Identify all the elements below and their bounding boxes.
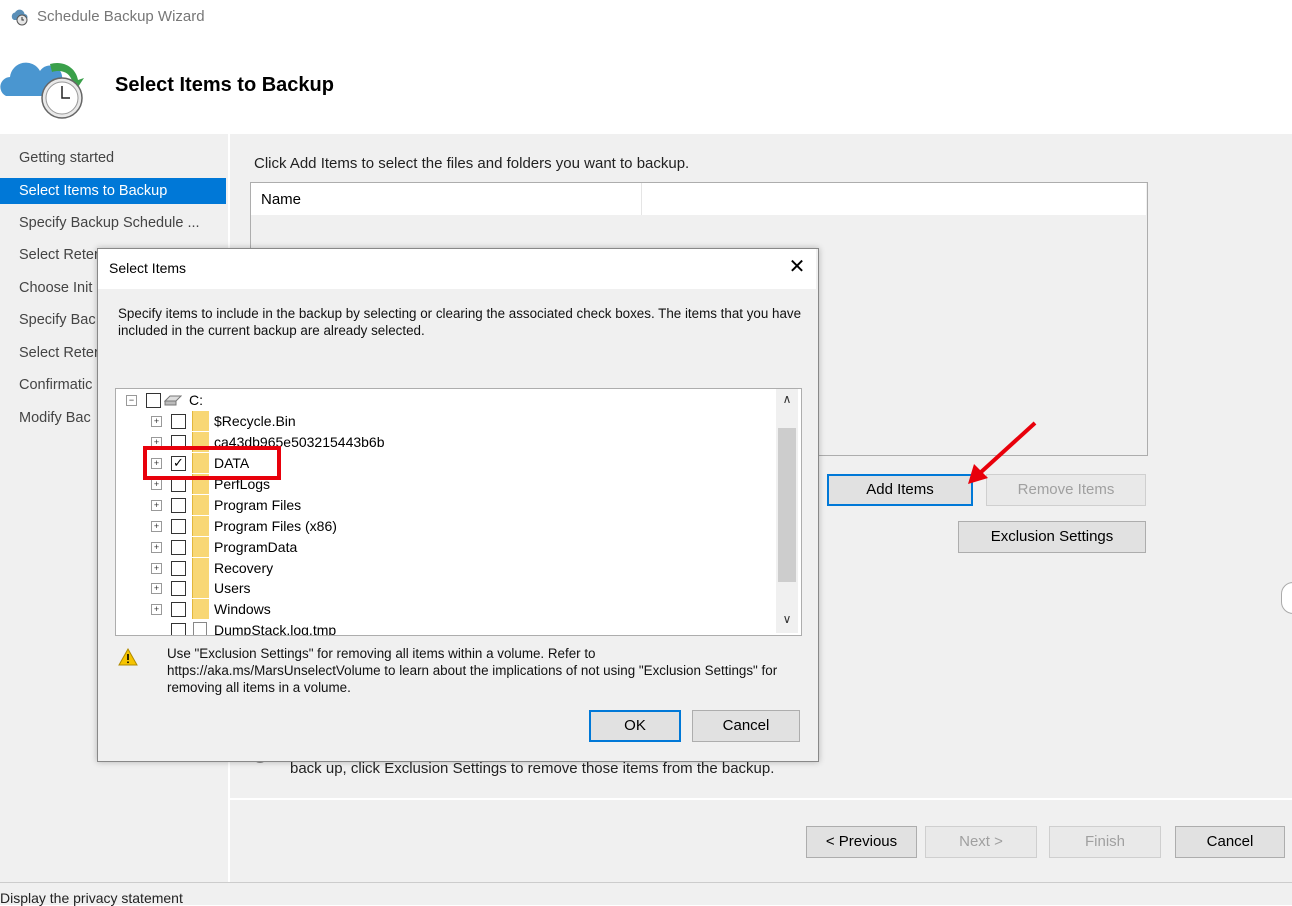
dialog-title: Select Items <box>109 260 187 276</box>
next-button[interactable]: Next > <box>925 826 1037 858</box>
page-title: Select Items to Backup <box>115 74 334 96</box>
tree-label: Program Files (x86) <box>214 518 337 534</box>
add-items-button[interactable]: Add Items <box>827 474 973 506</box>
dialog-description: Specify items to include in the backup b… <box>118 306 802 338</box>
folder-icon <box>192 516 209 536</box>
close-icon[interactable]: ✕ <box>786 256 808 278</box>
tree-checkbox[interactable] <box>171 623 186 635</box>
tree-row[interactable]: + Program Files (x86) <box>151 516 551 536</box>
tree-row[interactable]: + Windows <box>151 599 551 619</box>
backup-app-icon <box>11 9 28 26</box>
cancel-button[interactable]: Cancel <box>1175 826 1285 858</box>
dialog-title-bar <box>98 249 816 289</box>
red-arrow-icon <box>968 421 1037 484</box>
scroll-down-icon[interactable]: ∨ <box>777 612 797 632</box>
tree-checkbox[interactable] <box>171 561 186 576</box>
warning-icon <box>118 648 138 666</box>
items-tree[interactable]: − C: + $Recycle.Bin + ca43db965e50321544… <box>115 388 802 636</box>
expand-icon[interactable]: + <box>151 500 162 511</box>
drive-icon <box>164 395 182 406</box>
column-header-name[interactable]: Name <box>261 191 301 208</box>
expand-icon[interactable]: + <box>151 416 162 427</box>
tree-row[interactable]: + Program Files <box>151 495 551 515</box>
main-instruction: Click Add Items to select the files and … <box>254 155 690 172</box>
folder-icon <box>192 537 209 557</box>
scroll-up-icon[interactable]: ∧ <box>777 392 797 412</box>
exclusion-hint-text: back up, click Exclusion Settings to rem… <box>290 760 775 777</box>
tree-label: Program Files <box>214 497 302 513</box>
status-bar <box>0 882 1292 905</box>
tree-row[interactable]: DumpStack.log.tmp <box>151 620 551 636</box>
list-header <box>251 183 1146 215</box>
tree-label: DumpStack.log.tmp <box>214 622 337 636</box>
window-title: Schedule Backup Wizard <box>37 8 205 25</box>
expand-icon[interactable]: + <box>151 604 162 615</box>
tree-root-checkbox[interactable] <box>146 393 161 408</box>
tree-row[interactable]: + $Recycle.Bin <box>151 411 551 431</box>
tree-checkbox[interactable] <box>171 581 186 596</box>
ok-button[interactable]: OK <box>589 710 681 742</box>
tree-label: ProgramData <box>214 539 298 555</box>
tree-label: Windows <box>214 601 271 617</box>
tree-row[interactable]: + ProgramData <box>151 537 551 557</box>
expand-icon[interactable]: + <box>151 583 162 594</box>
warning-text: Use "Exclusion Settings" for removing al… <box>167 646 778 695</box>
tree-checkbox[interactable] <box>171 498 186 513</box>
expand-icon[interactable]: + <box>151 563 162 574</box>
tree-checkbox[interactable] <box>171 602 186 617</box>
expand-icon[interactable]: + <box>151 479 162 490</box>
column-separator <box>641 183 642 215</box>
previous-button[interactable]: < Previous <box>806 826 917 858</box>
schedule-backup-icon <box>0 62 84 119</box>
expand-icon[interactable]: + <box>151 521 162 532</box>
tree-checkbox[interactable] <box>171 519 186 534</box>
folder-icon <box>192 558 209 578</box>
nav-item-specify-schedule[interactable]: Specify Backup Schedule ... <box>0 210 226 236</box>
exclusion-settings-button[interactable]: Exclusion Settings <box>958 521 1146 553</box>
file-icon <box>193 622 207 635</box>
folder-icon <box>192 578 209 598</box>
tree-row[interactable]: + Users <box>151 578 551 598</box>
tree-checkbox[interactable] <box>171 540 186 555</box>
nav-item-getting-started[interactable]: Getting started <box>0 145 226 171</box>
side-handle[interactable] <box>1281 582 1292 614</box>
tree-root-label: C: <box>189 392 203 408</box>
folder-icon <box>192 411 209 431</box>
nav-item-select-items[interactable]: Select Items to Backup <box>0 178 226 204</box>
tree-row[interactable]: + Recovery <box>151 558 551 578</box>
finish-button[interactable]: Finish <box>1049 826 1161 858</box>
scrollbar-thumb[interactable] <box>778 428 796 582</box>
tree-label: $Recycle.Bin <box>214 413 296 429</box>
tree-label: Recovery <box>214 560 274 576</box>
tree-root-row[interactable]: − C: <box>126 390 326 410</box>
dialog-cancel-button[interactable]: Cancel <box>692 710 800 742</box>
folder-icon <box>192 495 209 515</box>
highlight-box <box>143 446 281 480</box>
tree-checkbox[interactable] <box>171 414 186 429</box>
tree-label: Users <box>214 580 251 596</box>
collapse-icon[interactable]: − <box>126 395 137 406</box>
expand-icon[interactable]: + <box>151 542 162 553</box>
folder-icon <box>192 599 209 619</box>
